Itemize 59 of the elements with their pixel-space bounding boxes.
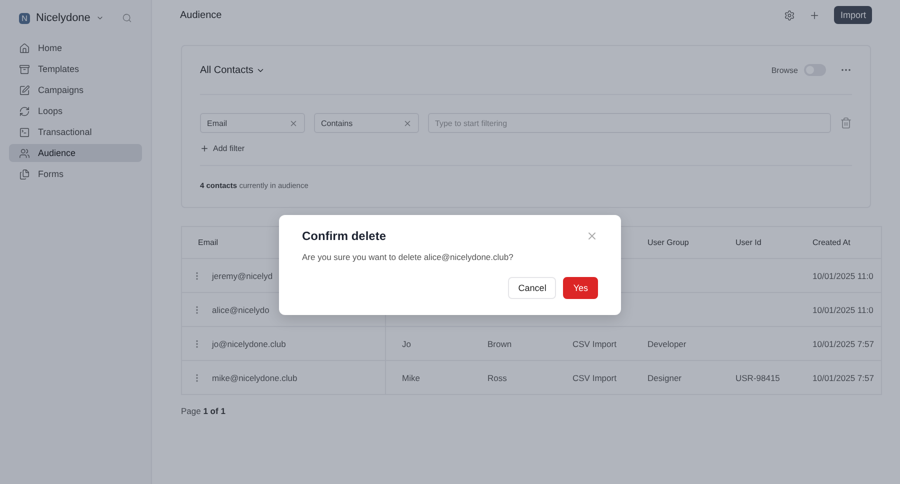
archive-icon	[19, 64, 30, 74]
table-cell: Ross	[488, 372, 507, 382]
close-icon[interactable]	[586, 230, 598, 242]
column-header[interactable]: User Id	[736, 238, 762, 247]
column-header[interactable]: User Group	[648, 238, 689, 247]
filter-select[interactable]: Email	[200, 113, 305, 133]
table-cell: jo@nicelydone.club	[212, 338, 286, 348]
table-cell: Mike	[402, 372, 420, 382]
confirm-button[interactable]: Yes	[563, 277, 598, 299]
sidebar-item[interactable]: Loops	[9, 102, 142, 120]
chevron-down-icon	[96, 14, 104, 22]
table-cell: CSV Import	[572, 372, 616, 382]
sidebar-item[interactable]: Transactional	[9, 123, 142, 141]
sidebar-item[interactable]: Templates	[9, 60, 142, 78]
table-cell: jeremy@nicelyd	[212, 270, 273, 280]
trash-icon	[840, 117, 852, 129]
close-icon[interactable]	[403, 118, 412, 128]
plus-icon	[809, 10, 820, 20]
workspace-badge[interactable]: N	[19, 12, 30, 24]
table-cell: 10/01/2025 11:0	[812, 270, 874, 280]
column-header[interactable]: Email	[198, 238, 218, 247]
table-cell: Brown	[488, 338, 512, 348]
settings-icon	[784, 10, 796, 20]
table-cell: mike@nicelydone.club	[212, 372, 298, 382]
filter-input[interactable]: Type to start filtering	[428, 113, 831, 133]
pen-square-icon	[19, 84, 30, 96]
files-icon	[19, 168, 30, 180]
browse-label: Browse	[771, 66, 798, 74]
table-cell: Designer	[648, 372, 682, 382]
table-cell: Developer	[648, 338, 686, 348]
add-filter-button[interactable]: Add filter	[200, 144, 245, 153]
column-header[interactable]: Created At	[812, 238, 850, 247]
sidebar-item[interactable]: Audience	[9, 144, 142, 162]
table-cell: alice@nicelydo	[212, 304, 270, 314]
table-cell: 10/01/2025 11:0	[812, 304, 874, 314]
table-cell: 10/01/2025 7:57	[812, 338, 874, 348]
table-cell: Jo	[402, 338, 411, 348]
table-cell: USR-98415	[736, 372, 780, 382]
table-cell: CSV Import	[572, 338, 616, 348]
import-button[interactable]: Import	[834, 6, 872, 24]
close-icon[interactable]	[289, 118, 298, 128]
plus-icon	[200, 144, 209, 153]
pagination-text: Page 1 of 1	[181, 406, 226, 416]
sidebar-item[interactable]: Forms	[9, 165, 142, 183]
table-cell: 10/01/2025 7:57	[812, 372, 874, 382]
dialog-message: Are you sure you want to delete alice@nicelydone.club?	[302, 252, 514, 262]
filter-select[interactable]: Contains	[314, 113, 419, 133]
cancel-button[interactable]: Cancel	[508, 277, 556, 299]
users-icon	[19, 148, 30, 158]
terminal-icon	[19, 126, 30, 138]
sidebar-item[interactable]: Home	[9, 39, 142, 57]
dialog-title: Confirm delete	[302, 229, 386, 243]
home-icon	[19, 42, 30, 54]
arrows-cycle-icon	[19, 106, 30, 116]
workspace-name[interactable]: Nicelydone	[36, 12, 90, 24]
sidebar-item[interactable]: Campaigns	[9, 81, 142, 99]
search-icon	[122, 13, 132, 23]
page-title: Audience	[180, 10, 223, 20]
view-dropdown[interactable]: All Contacts	[200, 64, 266, 76]
